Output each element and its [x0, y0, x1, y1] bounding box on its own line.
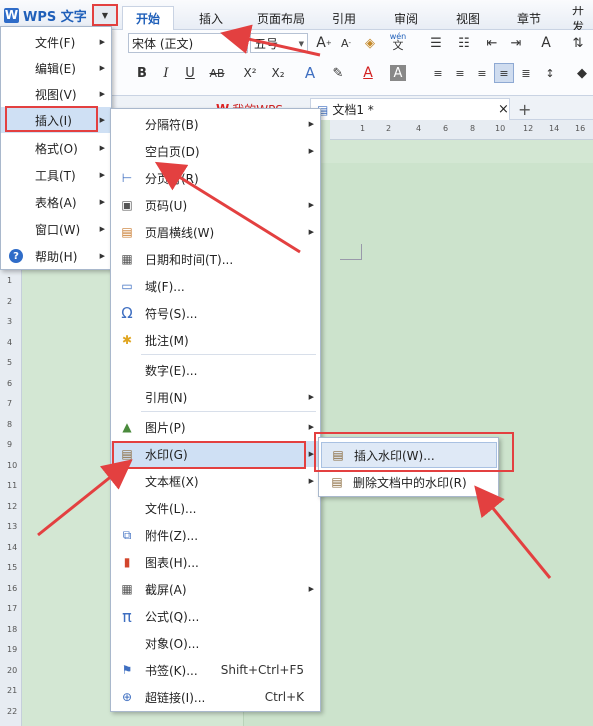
- arrow-to-insert-watermark: [474, 485, 552, 579]
- annotation-arrows: [37, 24, 552, 579]
- arrow-to-page-break: [154, 161, 301, 254]
- arrow-to-watermark: [37, 459, 133, 537]
- arrow-to-insert-tab: [220, 24, 321, 57]
